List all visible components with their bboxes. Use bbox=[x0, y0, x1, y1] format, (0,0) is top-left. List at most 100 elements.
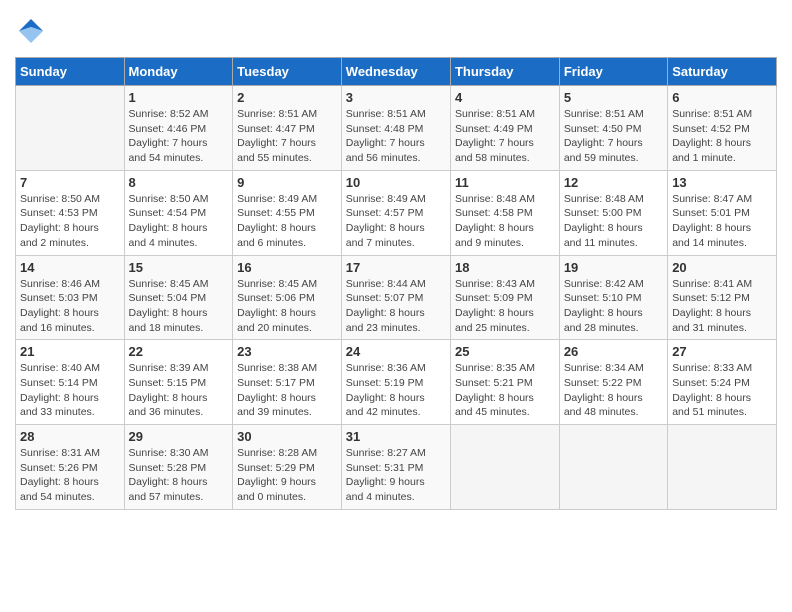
calendar-cell bbox=[16, 86, 125, 171]
day-info: Sunrise: 8:52 AMSunset: 4:46 PMDaylight:… bbox=[129, 107, 229, 166]
day-info: Sunrise: 8:48 AMSunset: 5:00 PMDaylight:… bbox=[564, 192, 663, 251]
header-day: Thursday bbox=[450, 58, 559, 86]
calendar-cell: 29 Sunrise: 8:30 AMSunset: 5:28 PMDayligh… bbox=[124, 425, 233, 510]
day-info: Sunrise: 8:45 AMSunset: 5:06 PMDaylight:… bbox=[237, 277, 337, 336]
day-info: Sunrise: 8:47 AMSunset: 5:01 PMDaylight:… bbox=[672, 192, 772, 251]
calendar-cell: 25Sunrise: 8:35 AMSunset: 5:21 PMDayligh… bbox=[450, 340, 559, 425]
day-number: 3 bbox=[346, 90, 446, 105]
calendar-cell bbox=[450, 425, 559, 510]
day-info: Sunrise: 8:39 AMSunset: 5:15 PMDaylight:… bbox=[129, 361, 229, 420]
day-number: 4 bbox=[455, 90, 555, 105]
day-number: 26 bbox=[564, 344, 663, 359]
day-info: Sunrise: 8:34 AMSunset: 5:22 PMDaylight:… bbox=[564, 361, 663, 420]
day-number: 31 bbox=[346, 429, 446, 444]
day-number: 28 bbox=[20, 429, 120, 444]
calendar-cell: 5 Sunrise: 8:51 AMSunset: 4:50 PMDaylight… bbox=[559, 86, 667, 171]
calendar-header: SundayMondayTuesdayWednesdayThursdayFrid… bbox=[16, 58, 777, 86]
day-info: Sunrise: 8:43 AMSunset: 5:09 PMDaylight:… bbox=[455, 277, 555, 336]
day-info: Sunrise: 8:51 AMSunset: 4:50 PMDaylight:… bbox=[564, 107, 663, 166]
calendar-cell: 28 Sunrise: 8:31 AMSunset: 5:26 PMDayligh… bbox=[16, 425, 125, 510]
calendar-cell: 10Sunrise: 8:49 AMSunset: 4:57 PMDayligh… bbox=[341, 170, 450, 255]
day-number: 22 bbox=[129, 344, 229, 359]
day-number: 18 bbox=[455, 260, 555, 275]
day-number: 14 bbox=[20, 260, 120, 275]
calendar-cell: 4 Sunrise: 8:51 AMSunset: 4:49 PMDaylight… bbox=[450, 86, 559, 171]
day-info: Sunrise: 8:27 AMSunset: 5:31 PMDaylight:… bbox=[346, 446, 446, 505]
calendar-cell: 31 Sunrise: 8:27 AMSunset: 5:31 PMDayligh… bbox=[341, 425, 450, 510]
calendar-cell: 16 Sunrise: 8:45 AMSunset: 5:06 PMDayligh… bbox=[233, 255, 342, 340]
day-number: 20 bbox=[672, 260, 772, 275]
header-day: Monday bbox=[124, 58, 233, 86]
day-info: Sunrise: 8:51 AMSunset: 4:47 PMDaylight:… bbox=[237, 107, 337, 166]
calendar-cell: 26 Sunrise: 8:34 AMSunset: 5:22 PMDayligh… bbox=[559, 340, 667, 425]
calendar-cell: 21 Sunrise: 8:40 AMSunset: 5:14 PMDayligh… bbox=[16, 340, 125, 425]
day-info: Sunrise: 8:33 AMSunset: 5:24 PMDaylight:… bbox=[672, 361, 772, 420]
calendar-cell: 19Sunrise: 8:42 AMSunset: 5:10 PMDayligh… bbox=[559, 255, 667, 340]
calendar-cell: 9Sunrise: 8:49 AMSunset: 4:55 PMDaylight… bbox=[233, 170, 342, 255]
day-info: Sunrise: 8:51 AMSunset: 4:49 PMDaylight:… bbox=[455, 107, 555, 166]
day-info: Sunrise: 8:30 AMSunset: 5:28 PMDaylight:… bbox=[129, 446, 229, 505]
header-day: Wednesday bbox=[341, 58, 450, 86]
calendar-cell: 22 Sunrise: 8:39 AMSunset: 5:15 PMDayligh… bbox=[124, 340, 233, 425]
calendar-cell: 27Sunrise: 8:33 AMSunset: 5:24 PMDayligh… bbox=[668, 340, 777, 425]
day-number: 23 bbox=[237, 344, 337, 359]
calendar-cell bbox=[668, 425, 777, 510]
day-info: Sunrise: 8:41 AMSunset: 5:12 PMDaylight:… bbox=[672, 277, 772, 336]
day-number: 5 bbox=[564, 90, 663, 105]
calendar-cell: 15Sunrise: 8:45 AMSunset: 5:04 PMDayligh… bbox=[124, 255, 233, 340]
logo-icon bbox=[15, 15, 47, 47]
calendar-cell: 6 Sunrise: 8:51 AMSunset: 4:52 PMDaylight… bbox=[668, 86, 777, 171]
calendar-cell: 8 Sunrise: 8:50 AMSunset: 4:54 PMDaylight… bbox=[124, 170, 233, 255]
calendar-cell: 11 Sunrise: 8:48 AMSunset: 4:58 PMDayligh… bbox=[450, 170, 559, 255]
calendar-table: SundayMondayTuesdayWednesdayThursdayFrid… bbox=[15, 57, 777, 510]
day-number: 9 bbox=[237, 175, 337, 190]
day-number: 8 bbox=[129, 175, 229, 190]
day-number: 2 bbox=[237, 90, 337, 105]
day-number: 15 bbox=[129, 260, 229, 275]
day-number: 1 bbox=[129, 90, 229, 105]
header-day: Friday bbox=[559, 58, 667, 86]
day-number: 7 bbox=[20, 175, 120, 190]
day-info: Sunrise: 8:40 AMSunset: 5:14 PMDaylight:… bbox=[20, 361, 120, 420]
calendar-cell: 23Sunrise: 8:38 AMSunset: 5:17 PMDayligh… bbox=[233, 340, 342, 425]
calendar-week-row: 1 Sunrise: 8:52 AMSunset: 4:46 PMDaylight… bbox=[16, 86, 777, 171]
calendar-week-row: 21 Sunrise: 8:40 AMSunset: 5:14 PMDayligh… bbox=[16, 340, 777, 425]
day-number: 21 bbox=[20, 344, 120, 359]
day-info: Sunrise: 8:48 AMSunset: 4:58 PMDaylight:… bbox=[455, 192, 555, 251]
day-number: 17 bbox=[346, 260, 446, 275]
calendar-cell: 24Sunrise: 8:36 AMSunset: 5:19 PMDayligh… bbox=[341, 340, 450, 425]
calendar-week-row: 28 Sunrise: 8:31 AMSunset: 5:26 PMDayligh… bbox=[16, 425, 777, 510]
day-info: Sunrise: 8:31 AMSunset: 5:26 PMDaylight:… bbox=[20, 446, 120, 505]
calendar-week-row: 7 Sunrise: 8:50 AMSunset: 4:53 PMDaylight… bbox=[16, 170, 777, 255]
day-number: 30 bbox=[237, 429, 337, 444]
header-day: Saturday bbox=[668, 58, 777, 86]
day-info: Sunrise: 8:50 AMSunset: 4:54 PMDaylight:… bbox=[129, 192, 229, 251]
calendar-cell: 18 Sunrise: 8:43 AMSunset: 5:09 PMDayligh… bbox=[450, 255, 559, 340]
calendar-cell: 20 Sunrise: 8:41 AMSunset: 5:12 PMDayligh… bbox=[668, 255, 777, 340]
calendar-cell: 30Sunrise: 8:28 AMSunset: 5:29 PMDayligh… bbox=[233, 425, 342, 510]
page-header bbox=[15, 15, 777, 47]
calendar-cell: 17 Sunrise: 8:44 AMSunset: 5:07 PMDayligh… bbox=[341, 255, 450, 340]
day-number: 12 bbox=[564, 175, 663, 190]
day-info: Sunrise: 8:51 AMSunset: 4:52 PMDaylight:… bbox=[672, 107, 772, 166]
day-number: 16 bbox=[237, 260, 337, 275]
day-info: Sunrise: 8:42 AMSunset: 5:10 PMDaylight:… bbox=[564, 277, 663, 336]
day-number: 10 bbox=[346, 175, 446, 190]
calendar-body: 1 Sunrise: 8:52 AMSunset: 4:46 PMDaylight… bbox=[16, 86, 777, 510]
day-number: 13 bbox=[672, 175, 772, 190]
day-info: Sunrise: 8:44 AMSunset: 5:07 PMDaylight:… bbox=[346, 277, 446, 336]
day-info: Sunrise: 8:36 AMSunset: 5:19 PMDaylight:… bbox=[346, 361, 446, 420]
day-number: 29 bbox=[129, 429, 229, 444]
calendar-cell: 3 Sunrise: 8:51 AMSunset: 4:48 PMDaylight… bbox=[341, 86, 450, 171]
calendar-week-row: 14Sunrise: 8:46 AMSunset: 5:03 PMDayligh… bbox=[16, 255, 777, 340]
calendar-cell: 2 Sunrise: 8:51 AMSunset: 4:47 PMDaylight… bbox=[233, 86, 342, 171]
calendar-cell: 14Sunrise: 8:46 AMSunset: 5:03 PMDayligh… bbox=[16, 255, 125, 340]
calendar-cell: 1 Sunrise: 8:52 AMSunset: 4:46 PMDaylight… bbox=[124, 86, 233, 171]
day-number: 25 bbox=[455, 344, 555, 359]
header-row: SundayMondayTuesdayWednesdayThursdayFrid… bbox=[16, 58, 777, 86]
day-info: Sunrise: 8:51 AMSunset: 4:48 PMDaylight:… bbox=[346, 107, 446, 166]
day-number: 6 bbox=[672, 90, 772, 105]
day-info: Sunrise: 8:50 AMSunset: 4:53 PMDaylight:… bbox=[20, 192, 120, 251]
day-number: 11 bbox=[455, 175, 555, 190]
calendar-cell: 13 Sunrise: 8:47 AMSunset: 5:01 PMDayligh… bbox=[668, 170, 777, 255]
